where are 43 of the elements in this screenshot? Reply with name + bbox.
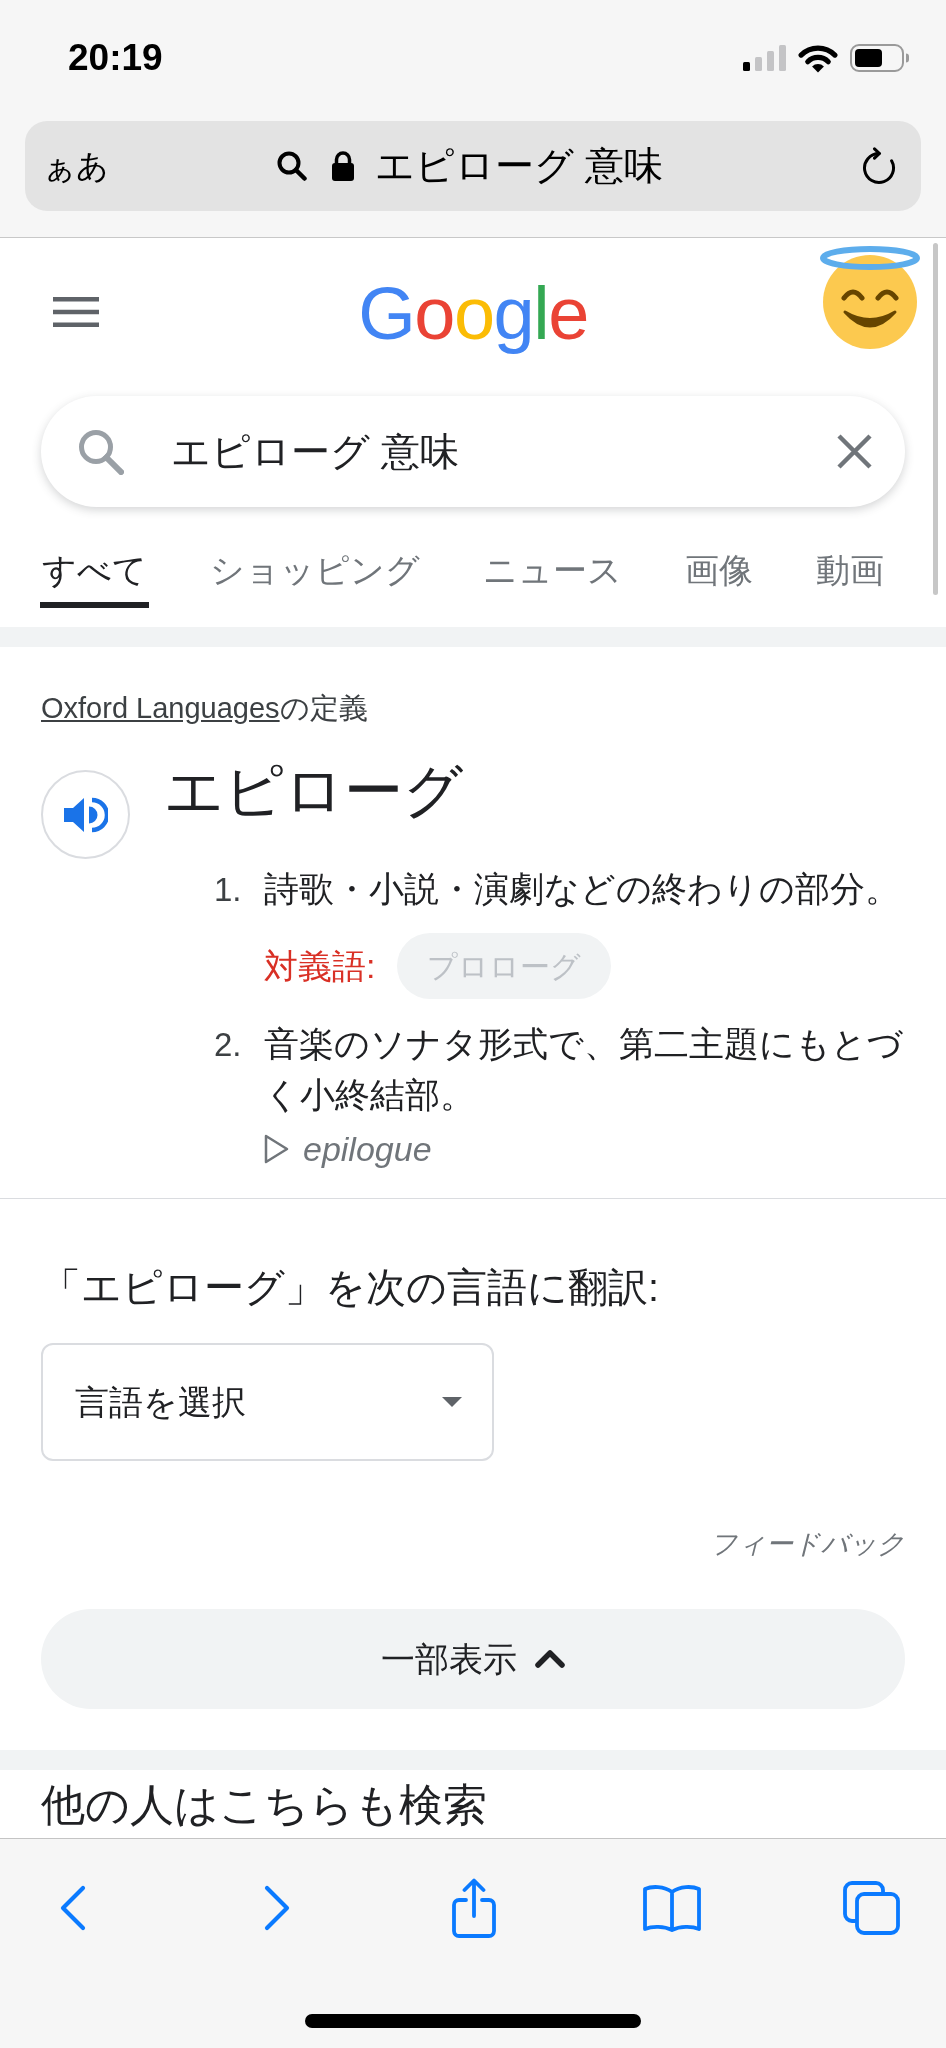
reload-icon[interactable] (861, 147, 897, 185)
halo-smiley-icon[interactable] (819, 245, 921, 349)
caret-down-icon (442, 1397, 462, 1407)
source-attribution: Oxford Languagesの定義 (41, 691, 368, 726)
status-time: 20:19 (68, 36, 163, 80)
bookmarks-icon[interactable] (642, 1882, 702, 1933)
text-size-button[interactable]: ぁあ (43, 146, 109, 186)
signal-icon (743, 45, 786, 71)
search-tab[interactable]: ニュース (481, 530, 624, 608)
share-icon[interactable] (451, 1877, 497, 1938)
show-less-button[interactable]: 一部表示 (41, 1609, 905, 1709)
antonym-label: 対義語: (264, 946, 376, 986)
sense-number: 2. (214, 1025, 243, 1065)
feedback-link[interactable]: フィードバック (710, 1527, 905, 1561)
wifi-icon (798, 43, 838, 73)
menu-icon[interactable] (53, 297, 99, 327)
sense-number: 1. (214, 870, 243, 910)
language-select[interactable]: 言語を選択 (41, 1343, 494, 1461)
translate-heading: 「エピローグ」を次の言語に翻訳: (41, 1265, 659, 1309)
definition-text: 音楽のソナタ形式で、第二主題にもとづく小終結部。 (264, 1024, 904, 1116)
search-tab[interactable]: 画像 (683, 530, 755, 608)
lock-icon (331, 150, 356, 182)
triangle-icon (264, 1134, 289, 1164)
logo: Google (358, 274, 588, 354)
address-bar[interactable]: ぁあ エピローグ 意味 (25, 121, 921, 211)
search-field[interactable]: エピローグ 意味 (41, 396, 905, 507)
search-icon (78, 428, 124, 475)
related-searches-heading: 他の人はこちらも検索 (41, 1779, 487, 1831)
back-icon[interactable] (59, 1884, 86, 1931)
source-link[interactable]: Oxford Languages (41, 692, 280, 724)
tabs-icon[interactable] (843, 1880, 900, 1935)
forward-icon[interactable] (264, 1884, 291, 1931)
chevron-up-icon (535, 1650, 565, 1668)
address-text: エピローグ 意味 (375, 143, 663, 189)
search-tab[interactable]: 動画 (814, 530, 886, 608)
battery-icon (850, 44, 910, 72)
close-icon[interactable] (837, 434, 872, 469)
headword: エピローグ (164, 757, 463, 826)
search-tab[interactable]: すべて (40, 530, 149, 608)
definition-text: 詩歌・小説・演劇などの終わりの部分。 (264, 869, 901, 910)
search-icon (277, 151, 308, 181)
search-tab[interactable]: ショッピング (208, 530, 422, 608)
etymology-word: epilogue (303, 1130, 432, 1168)
